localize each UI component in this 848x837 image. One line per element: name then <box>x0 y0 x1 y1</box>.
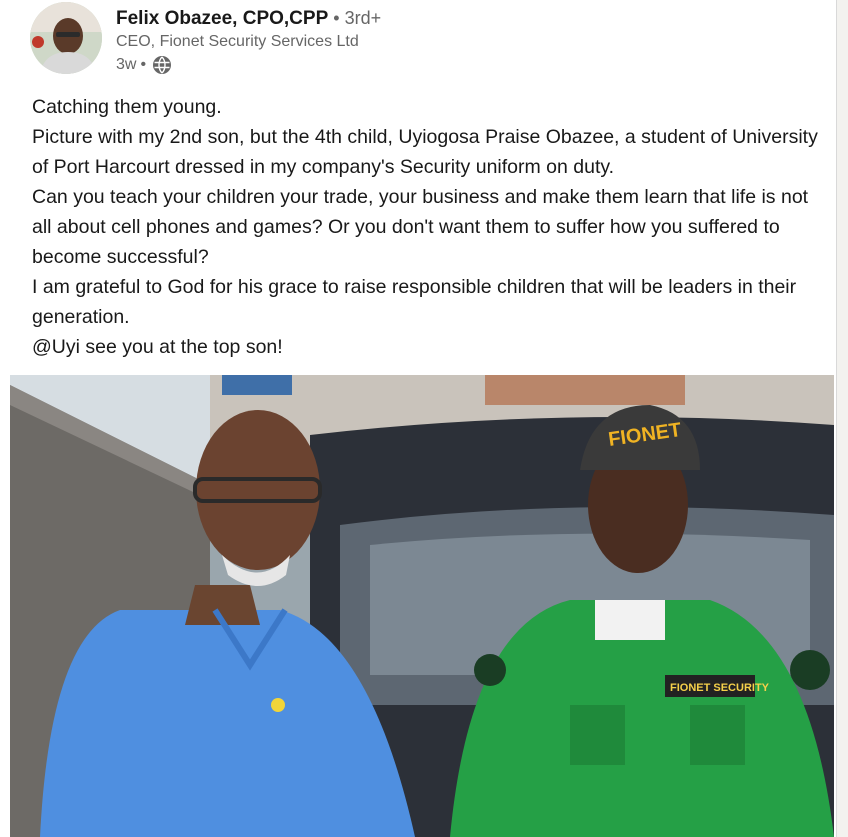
author-meta: Felix Obazee, CPO,CPP • 3rd+ CEO, Fionet… <box>116 6 381 77</box>
badge-text: FIONET SECURITY <box>670 682 770 694</box>
post-paragraph: Picture with my 2nd son, but the 4th chi… <box>32 126 818 178</box>
author-name-row: Felix Obazee, CPO,CPP • 3rd+ <box>116 6 381 31</box>
post-paragraph: I am grateful to God for his grace to ra… <box>32 276 797 328</box>
post-photo[interactable]: FIONET FIONET SECURITY <box>10 375 834 837</box>
post-paragraph: Can you teach your children your trade, … <box>32 186 809 268</box>
separator-dot: • <box>328 8 345 28</box>
author-name[interactable]: Felix Obazee, CPO,CPP <box>116 8 328 29</box>
post-timestamp[interactable]: 3w <box>116 53 136 77</box>
connection-degree: 3rd+ <box>344 8 382 28</box>
post-time-row: 3w • <box>116 53 381 77</box>
post-card: Felix Obazee, CPO,CPP • 3rd+ CEO, Fionet… <box>0 0 837 837</box>
post-text: Catching them young. Picture with my 2nd… <box>32 92 824 362</box>
avatar[interactable] <box>30 2 102 74</box>
post-paragraph: Catching them young. <box>32 96 222 118</box>
globe-icon <box>152 55 172 75</box>
post-paragraph: @Uyi see you at the top son! <box>32 336 283 358</box>
time-separator: • <box>140 56 147 73</box>
author-headline: CEO, Fionet Security Services Ltd <box>116 33 359 50</box>
